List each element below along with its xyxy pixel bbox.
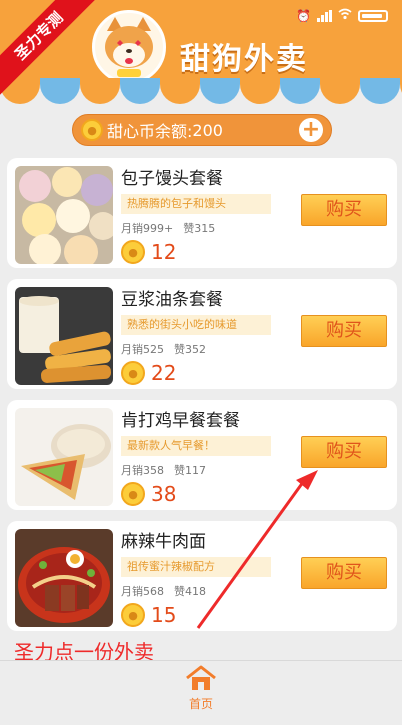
nav-home-label: 首页 xyxy=(188,697,213,711)
bottom-nav: 首页 xyxy=(0,660,402,725)
annotation-arrow xyxy=(196,470,318,629)
home-icon xyxy=(184,665,218,695)
nav-home[interactable]: 首页 xyxy=(181,665,221,712)
